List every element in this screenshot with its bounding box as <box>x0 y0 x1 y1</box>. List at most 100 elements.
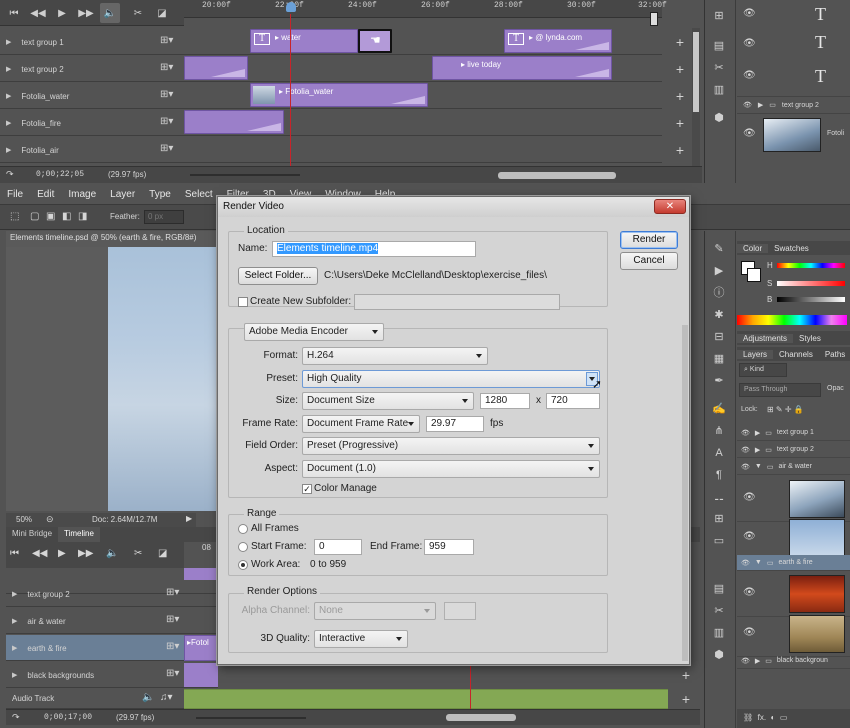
audio-note-icon[interactable]: ♫▾ <box>160 692 173 703</box>
expand-arrow-icon[interactable]: ▶ <box>6 65 11 73</box>
visibility-eye-icon[interactable]: 👁 <box>743 492 756 503</box>
film-menu-icon[interactable]: ⊞▾ <box>160 116 173 127</box>
visibility-eye-icon[interactable]: 👁 <box>743 587 756 598</box>
menu-file[interactable]: File <box>0 189 30 200</box>
split-clip-icon[interactable]: ✂ <box>134 548 142 559</box>
track-header[interactable]: ▶ air & water <box>12 608 66 634</box>
size-select[interactable]: Document Size <box>302 392 474 410</box>
link-icon[interactable]: ⛓ <box>743 713 753 722</box>
audio-track-lane[interactable] <box>184 689 668 709</box>
hue-slider[interactable] <box>777 263 845 268</box>
visibility-eye-icon[interactable]: 👁 <box>743 70 756 81</box>
previous-frame-icon[interactable]: ◀◀ <box>28 3 48 23</box>
3d-icon[interactable]: ⬢ <box>709 108 729 128</box>
timeline-ruler[interactable]: 20:00f 22:00f 24:00f 26:00f 28:00f 30:00… <box>184 0 667 18</box>
3d-icon[interactable]: ⬢ <box>709 645 729 665</box>
film-menu-icon[interactable]: ⊞▾ <box>160 143 173 154</box>
properties-icon[interactable]: ▤ <box>709 36 729 56</box>
film-menu-icon[interactable]: ⊞▾ <box>160 62 173 73</box>
layer-group-row[interactable]: 👁 ▶ ▭ text group 2 <box>737 96 850 114</box>
alpha-channel-select[interactable]: None <box>314 602 436 620</box>
audio-icon[interactable]: 🔈 <box>100 3 120 23</box>
tab-adjustments[interactable]: Adjustments <box>737 333 794 343</box>
frame-rate-select[interactable]: Document Frame Rate <box>302 415 420 433</box>
play-icon[interactable]: ▶ <box>58 548 66 559</box>
brightness-slider[interactable] <box>777 297 845 302</box>
transition-icon[interactable]: ◪ <box>158 548 167 559</box>
film-menu-icon[interactable]: ⊞▾ <box>160 89 173 100</box>
zoom-level[interactable]: 50% <box>16 515 32 524</box>
mute-audio-icon[interactable]: 🔈 <box>142 692 154 703</box>
encoder-select[interactable]: Adobe Media Encoder <box>244 323 384 341</box>
visibility-eye-icon[interactable]: 👁 <box>743 128 756 139</box>
add-media-icon[interactable]: + <box>672 142 688 158</box>
lock-icons[interactable]: ⊞ ✎ ✛ 🔒 <box>767 405 804 414</box>
visibility-eye-icon[interactable]: 👁 <box>741 463 750 471</box>
next-frame-icon[interactable]: ▶▶ <box>78 548 93 559</box>
layer-row-selected[interactable]: 👁 ▼ ▭ earth & fire <box>737 555 850 571</box>
go-to-first-frame-icon[interactable]: ⏮ <box>10 548 19 559</box>
add-media-icon[interactable]: + <box>672 115 688 131</box>
tab-swatches[interactable]: Swatches <box>768 244 815 253</box>
document-canvas[interactable] <box>108 247 220 511</box>
brush-presets-icon[interactable]: ⋔ <box>709 421 729 441</box>
visibility-eye-icon[interactable]: 👁 <box>743 531 756 542</box>
layer-row[interactable]: 👁 ▶ ▭ text group 1 <box>737 425 850 441</box>
timeline-icon[interactable]: ⊞ <box>709 509 729 529</box>
collapse-arrow-icon[interactable]: ▼ <box>755 559 762 566</box>
playhead-handle[interactable] <box>286 2 296 12</box>
audio-icon[interactable]: 🔈 <box>106 548 118 559</box>
all-frames-radio[interactable] <box>238 524 248 534</box>
track-header[interactable]: ▶ Fotolia_air <box>6 137 59 163</box>
transition-icon[interactable]: ◪ <box>152 3 172 23</box>
tab-layers[interactable]: Layers <box>737 349 774 359</box>
expand-arrow-icon[interactable]: ▶ <box>6 146 11 154</box>
clip-earth-fire[interactable]: ▸Fotol <box>184 635 218 661</box>
blend-mode-select[interactable]: Pass Through <box>739 383 821 397</box>
pen-icon[interactable]: ✒ <box>709 371 729 391</box>
expand-arrow-icon[interactable]: ▶ <box>12 590 17 598</box>
fps-input[interactable]: 29.97 <box>426 416 484 432</box>
kind-filter-select[interactable]: ⌕ Kind <box>739 363 787 377</box>
cancel-button[interactable]: Cancel <box>620 252 678 270</box>
add-media-icon[interactable]: + <box>672 88 688 104</box>
visibility-eye-icon[interactable]: 👁 <box>743 8 756 19</box>
color-ramp[interactable] <box>737 315 847 325</box>
track-header[interactable]: ▶ black backgrounds <box>12 662 94 688</box>
render-video-icon[interactable]: ↷ <box>6 169 14 180</box>
format-select[interactable]: H.264 <box>302 347 488 365</box>
tools-icon[interactable]: ✂ <box>709 58 729 78</box>
select-folder-button[interactable]: Select Folder... <box>238 267 318 285</box>
previous-frame-icon[interactable]: ◀◀ <box>32 548 47 559</box>
glyphs-icon[interactable]: ⚋ <box>709 487 729 507</box>
menu-edit[interactable]: Edit <box>30 189 61 200</box>
expand-arrow-icon[interactable]: ▶ <box>755 446 760 454</box>
film-menu-icon[interactable]: ⊞▾ <box>160 35 173 46</box>
expand-arrow-icon[interactable]: ▶ <box>12 671 17 679</box>
paragraph-icon[interactable]: ▥ <box>709 80 729 100</box>
menu-type[interactable]: Type <box>142 189 178 200</box>
film-menu-icon[interactable]: ⊞▾ <box>166 587 179 598</box>
clip-live-today[interactable]: ▸ live today <box>432 56 612 80</box>
marquee-tool-icon[interactable]: ⬚ <box>10 211 19 222</box>
paragraph-icon[interactable]: ¶ <box>709 465 729 485</box>
clip-selected-segment[interactable]: ☚ <box>358 29 392 53</box>
layer-row[interactable]: 👁 ▼ ▭ air & water <box>737 459 850 475</box>
tab-styles[interactable]: Styles <box>793 334 827 343</box>
vertical-scrollbar[interactable] <box>692 28 700 168</box>
horizontal-scroll-thumb[interactable] <box>498 172 616 179</box>
visibility-eye-icon[interactable]: 👁 <box>743 627 756 638</box>
settings-icon[interactable]: ✱ <box>709 305 729 325</box>
start-frame-radio[interactable] <box>238 542 248 552</box>
clip-partial[interactable] <box>184 568 218 580</box>
clip-fotolia-fire[interactable] <box>184 110 284 134</box>
render-video-icon[interactable]: ↷ <box>12 712 20 723</box>
render-button[interactable]: Render <box>620 231 678 249</box>
create-subfolder-checkbox[interactable] <box>238 297 248 307</box>
expand-arrow-icon[interactable]: ▶ <box>6 92 11 100</box>
track-header[interactable]: ▶ text group 1 <box>6 29 64 55</box>
tab-color[interactable]: Color <box>737 243 769 253</box>
intersect-selection-icon[interactable]: ◨ <box>78 211 87 222</box>
expand-arrow-icon[interactable]: ▶ <box>755 657 760 665</box>
zoom-slider[interactable] <box>196 717 306 719</box>
